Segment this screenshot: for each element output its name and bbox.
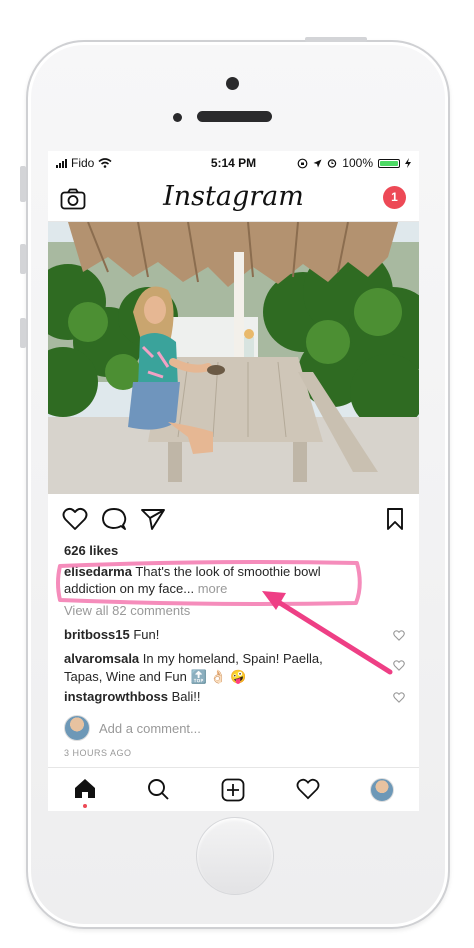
location-icon (313, 159, 322, 167)
notification-badge[interactable]: 1 (383, 186, 406, 209)
comment-item: britboss15 Fun! (64, 626, 384, 644)
comment-item: instagrowthboss Bali!! (64, 688, 384, 706)
front-camera (226, 77, 239, 90)
caption-more-link[interactable]: more (198, 581, 228, 596)
comment-username[interactable]: instagrowthboss (64, 689, 168, 704)
likes-count[interactable]: 626 likes (64, 543, 118, 558)
proximity-sensor (173, 113, 182, 122)
home-icon[interactable] (74, 778, 96, 799)
post-photo[interactable] (48, 222, 419, 494)
instagram-logo: Instagram (163, 181, 304, 212)
alarm-icon (328, 159, 337, 168)
status-bar: Fido 5:14 PM 100% (48, 151, 419, 175)
add-comment-row[interactable]: Add a comment... (64, 715, 201, 741)
screen: Fido 5:14 PM 100% Instagram 1 626 likes … (48, 151, 419, 811)
comment-like-icon[interactable] (393, 630, 405, 641)
bookmark-icon[interactable] (385, 507, 405, 531)
view-all-comments-link[interactable]: View all 82 comments (64, 603, 190, 618)
earpiece-speaker (197, 111, 272, 122)
activity-icon[interactable] (296, 778, 320, 800)
power-button (305, 37, 367, 42)
comment-like-icon[interactable] (393, 692, 405, 703)
app-header: Instagram 1 (48, 177, 419, 222)
volume-up-button (20, 244, 26, 274)
comment-item: alvaromsala In my homeland, Spain! Paell… (64, 650, 349, 686)
comment-icon[interactable] (101, 507, 127, 531)
comment-text: Fun! (129, 627, 160, 642)
add-icon[interactable] (221, 778, 245, 802)
search-icon[interactable] (147, 778, 169, 800)
add-comment-input[interactable]: Add a comment... (99, 721, 201, 736)
comment-like-icon[interactable] (393, 660, 405, 671)
caption-username[interactable]: elisedarma (64, 564, 132, 579)
home-button[interactable] (196, 817, 274, 895)
battery-percent: 100% (342, 156, 373, 170)
share-icon[interactable] (140, 507, 166, 531)
mute-switch (20, 166, 26, 202)
post-actions (48, 503, 419, 537)
comment-username[interactable]: britboss15 (64, 627, 130, 642)
charging-icon (405, 158, 411, 168)
comment-username[interactable]: alvaromsala (64, 651, 139, 666)
profile-avatar[interactable] (370, 778, 394, 802)
user-avatar (64, 715, 90, 741)
post-timestamp: 3 HOURS AGO (64, 748, 132, 758)
rotation-lock-icon (297, 158, 308, 168)
post-caption: elisedarma That's the look of smoothie b… (64, 563, 364, 597)
comment-text: Bali!! (168, 689, 201, 704)
battery-icon (378, 158, 400, 168)
post-photo-image (48, 222, 419, 494)
active-tab-indicator (83, 804, 87, 808)
bottom-tab-bar (48, 767, 419, 811)
heart-icon[interactable] (62, 507, 88, 531)
volume-down-button (20, 318, 26, 348)
